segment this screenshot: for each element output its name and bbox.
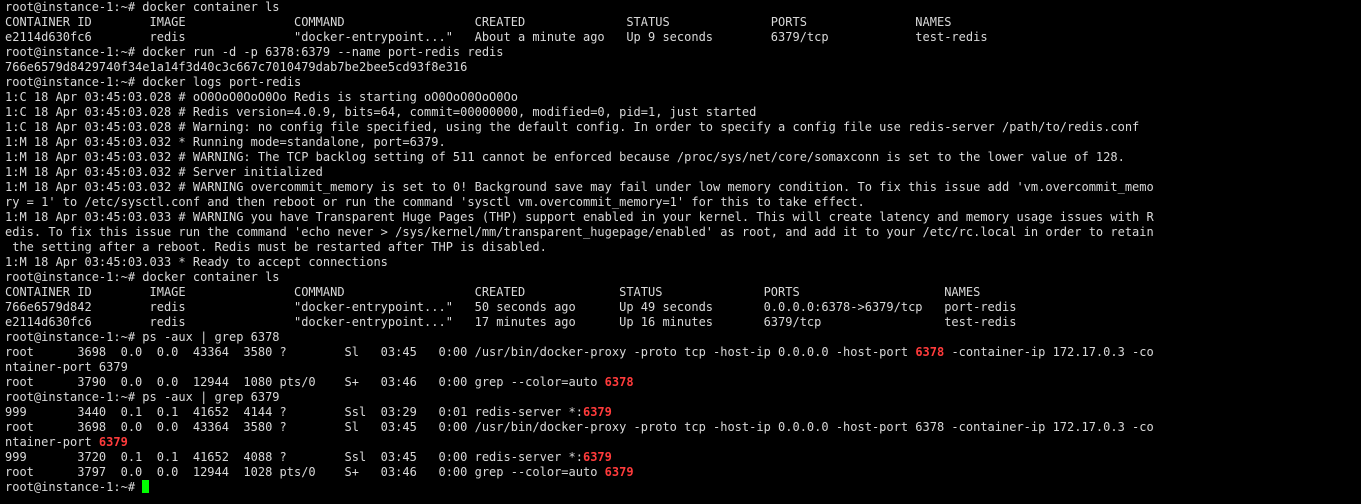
terminal-line: root 3698 0.0 0.0 43364 3580 ? Sl 03:45 … <box>5 420 1361 435</box>
terminal-text: 1:C 18 Apr 03:45:03.028 # Warning: no co… <box>5 120 1140 134</box>
terminal-line: e2114d630fc6 redis "docker-entrypoint...… <box>5 315 1361 330</box>
terminal-text: root 3698 0.0 0.0 43364 3580 ? Sl 03:45 … <box>5 345 916 359</box>
terminal-line: ntainer-port 6379 <box>5 360 1361 375</box>
terminal-line: 1:C 18 Apr 03:45:03.028 # Warning: no co… <box>5 120 1361 135</box>
terminal-line: 1:M 18 Apr 03:45:03.032 # WARNING overco… <box>5 180 1361 195</box>
terminal-text: CONTAINER ID IMAGE COMMAND CREATED STATU… <box>5 15 952 29</box>
terminal-text: root@instance-1:~# docker logs port-redi… <box>5 75 302 89</box>
terminal-text: e2114d630fc6 redis "docker-entrypoint...… <box>5 315 1017 329</box>
terminal-line: root@instance-1:~# docker container ls <box>5 0 1361 15</box>
terminal-line: root@instance-1:~# docker logs port-redi… <box>5 75 1361 90</box>
grep-match-highlight: 6378 <box>915 345 945 359</box>
terminal-text: 1:M 18 Apr 03:45:03.033 # WARNING you ha… <box>5 210 1154 224</box>
terminal-text: root@instance-1:~# docker container ls <box>5 0 280 14</box>
terminal-line: CONTAINER ID IMAGE COMMAND CREATED STATU… <box>5 15 1361 30</box>
terminal-text: -container-ip 172.17.0.3 -co <box>944 345 1154 359</box>
terminal-text: edis. To fix this issue run the command … <box>5 225 1154 239</box>
terminal-prompt: root@instance-1:~# <box>5 480 143 494</box>
grep-match-highlight: 6379 <box>582 450 612 464</box>
terminal-text: 999 3720 0.1 0.1 41652 4088 ? Ssl 03:45 … <box>5 450 583 464</box>
terminal-text: 1:M 18 Apr 03:45:03.032 # WARNING: The T… <box>5 150 1125 164</box>
terminal-cursor[interactable] <box>142 480 150 493</box>
terminal-text: root 3790 0.0 0.0 12944 1080 pts/0 S+ 03… <box>5 375 605 389</box>
terminal-text: 766e6579d8429740f34e1a14f3d40c3c667c7010… <box>5 60 468 74</box>
terminal-line: root 3797 0.0 0.0 12944 1028 pts/0 S+ 03… <box>5 465 1361 480</box>
terminal-text: CONTAINER ID IMAGE COMMAND CREATED STATU… <box>5 285 981 299</box>
terminal-line: CONTAINER ID IMAGE COMMAND CREATED STATU… <box>5 285 1361 300</box>
terminal-line: ry = 1' to /etc/sysctl.conf and then reb… <box>5 195 1361 210</box>
grep-match-highlight: 6379 <box>582 405 612 419</box>
terminal-text: root@instance-1:~# docker container ls <box>5 270 280 284</box>
terminal-line: 766e6579d842 redis "docker-entrypoint...… <box>5 300 1361 315</box>
terminal-line: 1:M 18 Apr 03:45:03.033 # WARNING you ha… <box>5 210 1361 225</box>
terminal-line: the setting after a reboot. Redis must b… <box>5 240 1361 255</box>
terminal-text: 766e6579d842 redis "docker-entrypoint...… <box>5 300 1017 314</box>
grep-match-highlight: 6379 <box>604 465 634 479</box>
terminal-line: 1:C 18 Apr 03:45:03.028 # Redis version=… <box>5 105 1361 120</box>
terminal-line: 1:M 18 Apr 03:45:03.032 # Server initial… <box>5 165 1361 180</box>
terminal-text: the setting after a reboot. Redis must b… <box>5 240 547 254</box>
terminal-line: root@instance-1:~# ps -aux | grep 6378 <box>5 330 1361 345</box>
terminal-text: root@instance-1:~# ps -aux | grep 6378 <box>5 330 280 344</box>
terminal-text: 1:M 18 Apr 03:45:03.032 * Running mode=s… <box>5 135 446 149</box>
terminal-text: 1:M 18 Apr 03:45:03.032 # Server initial… <box>5 165 323 179</box>
terminal-text: root 3797 0.0 0.0 12944 1028 pts/0 S+ 03… <box>5 465 605 479</box>
terminal-prompt-line[interactable]: root@instance-1:~# <box>5 480 1361 495</box>
terminal-text: root@instance-1:~# ps -aux | grep 6379 <box>5 390 280 404</box>
terminal-text: 1:M 18 Apr 03:45:03.033 * Ready to accep… <box>5 255 388 269</box>
terminal-text: 1:C 18 Apr 03:45:03.028 # Redis version=… <box>5 105 757 119</box>
terminal-line: root 3698 0.0 0.0 43364 3580 ? Sl 03:45 … <box>5 345 1361 360</box>
terminal-output: root@instance-1:~# docker container ls CO… <box>5 0 1361 480</box>
terminal-line: root@instance-1:~# docker run -d -p 6378… <box>5 45 1361 60</box>
terminal-text: root 3698 0.0 0.0 43364 3580 ? Sl 03:45 … <box>5 420 1154 434</box>
terminal-line: 999 3720 0.1 0.1 41652 4088 ? Ssl 03:45 … <box>5 450 1361 465</box>
terminal-line: root@instance-1:~# ps -aux | grep 6379 <box>5 390 1361 405</box>
terminal-text: 1:M 18 Apr 03:45:03.032 # WARNING overco… <box>5 180 1154 194</box>
grep-match-highlight: 6378 <box>604 375 634 389</box>
terminal-window[interactable]: root@instance-1:~# docker container ls CO… <box>0 0 1361 504</box>
terminal-line: 1:M 18 Apr 03:45:03.032 * Running mode=s… <box>5 135 1361 150</box>
terminal-line: ntainer-port 6379 <box>5 435 1361 450</box>
terminal-line: 1:C 18 Apr 03:45:03.028 # oO0OoO0OoO0Oo … <box>5 90 1361 105</box>
terminal-line: 1:M 18 Apr 03:45:03.033 * Ready to accep… <box>5 255 1361 270</box>
terminal-text: 999 3440 0.1 0.1 41652 4144 ? Ssl 03:29 … <box>5 405 583 419</box>
terminal-line: e2114d630fc6 redis "docker-entrypoint...… <box>5 30 1361 45</box>
terminal-text: root@instance-1:~# docker run -d -p 6378… <box>5 45 504 59</box>
terminal-text: 1:C 18 Apr 03:45:03.028 # oO0OoO0OoO0Oo … <box>5 90 518 104</box>
terminal-line: 1:M 18 Apr 03:45:03.032 # WARNING: The T… <box>5 150 1361 165</box>
terminal-text: ntainer-port 6379 <box>5 360 128 374</box>
terminal-line: root@instance-1:~# docker container ls <box>5 270 1361 285</box>
terminal-text: e2114d630fc6 redis "docker-entrypoint...… <box>5 30 988 44</box>
grep-match-highlight: 6379 <box>98 435 128 449</box>
terminal-text: ry = 1' to /etc/sysctl.conf and then reb… <box>5 195 865 209</box>
terminal-line: edis. To fix this issue run the command … <box>5 225 1361 240</box>
terminal-text: ntainer-port <box>5 435 99 449</box>
terminal-line: 766e6579d8429740f34e1a14f3d40c3c667c7010… <box>5 60 1361 75</box>
terminal-line: root 3790 0.0 0.0 12944 1080 pts/0 S+ 03… <box>5 375 1361 390</box>
terminal-line: 999 3440 0.1 0.1 41652 4144 ? Ssl 03:29 … <box>5 405 1361 420</box>
